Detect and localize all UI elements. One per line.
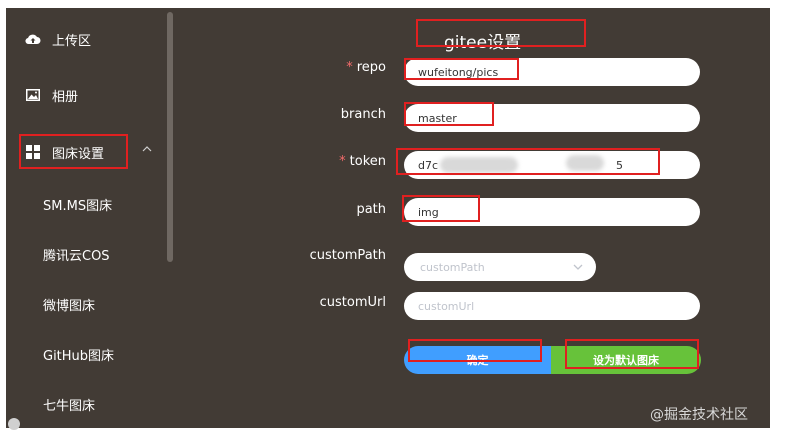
sidebar-item-label: 上传区 (52, 33, 92, 49)
annotation-box-repo (404, 58, 519, 80)
custompath-select[interactable]: customPath (404, 253, 596, 281)
sidebar-item-album[interactable]: 相册 (6, 77, 166, 113)
required-mark: * (346, 60, 353, 75)
annotation-box-confirm (408, 339, 542, 362)
info-icon (8, 418, 20, 430)
custompath-label: customPath (309, 248, 386, 263)
watermark: @掘金技术社区 (650, 407, 748, 423)
sidebar-item-label: GitHub图床 (43, 348, 115, 364)
annotation-box-title (416, 19, 586, 47)
annotation-box-token (396, 148, 660, 175)
sidebar-item-upload[interactable]: 上传区 (6, 21, 166, 57)
custompath-placeholder: customPath (420, 260, 485, 274)
sidebar-item-label: SM.MS图床 (43, 198, 113, 214)
annotation-box-path (402, 195, 480, 222)
customurl-placeholder: customUrl (418, 299, 475, 313)
sidebar-item-label: 微博图床 (43, 298, 96, 314)
branch-label: branch (340, 107, 386, 122)
customurl-label: customUrl (319, 295, 386, 310)
sidebar-item-weibo[interactable]: 微博图床 (6, 286, 166, 322)
sidebar-scrollbar[interactable] (167, 12, 173, 262)
image-icon (25, 88, 41, 102)
customurl-input[interactable]: customUrl (404, 292, 700, 320)
annotation-box-default (565, 339, 699, 369)
chevron-down-icon (572, 261, 584, 273)
app-window: 上传区 相册 图床设置 SM.MS图床 腾讯云COS 微博图床 GitHub图床… (6, 8, 770, 428)
sidebar: 上传区 相册 图床设置 SM.MS图床 腾讯云COS 微博图床 GitHub图床… (6, 8, 166, 428)
cloud-upload-icon (25, 32, 41, 46)
sidebar-item-smms[interactable]: SM.MS图床 (6, 186, 166, 222)
path-label: path (356, 202, 386, 217)
sidebar-item-label: 七牛图床 (43, 398, 96, 414)
token-label: * token (339, 154, 386, 169)
annotation-box-sidebar (19, 134, 128, 169)
sidebar-item-label: 相册 (52, 89, 79, 105)
sidebar-item-label: 腾讯云COS (43, 248, 110, 264)
sidebar-item-tencent-cos[interactable]: 腾讯云COS (6, 236, 166, 272)
sidebar-item-github[interactable]: GitHub图床 (6, 336, 166, 372)
sidebar-item-qiniu[interactable]: 七牛图床 (6, 386, 166, 422)
chevron-up-icon[interactable] (142, 142, 152, 156)
repo-label: * repo (346, 60, 386, 75)
required-mark: * (339, 154, 346, 169)
annotation-box-branch (404, 102, 494, 126)
